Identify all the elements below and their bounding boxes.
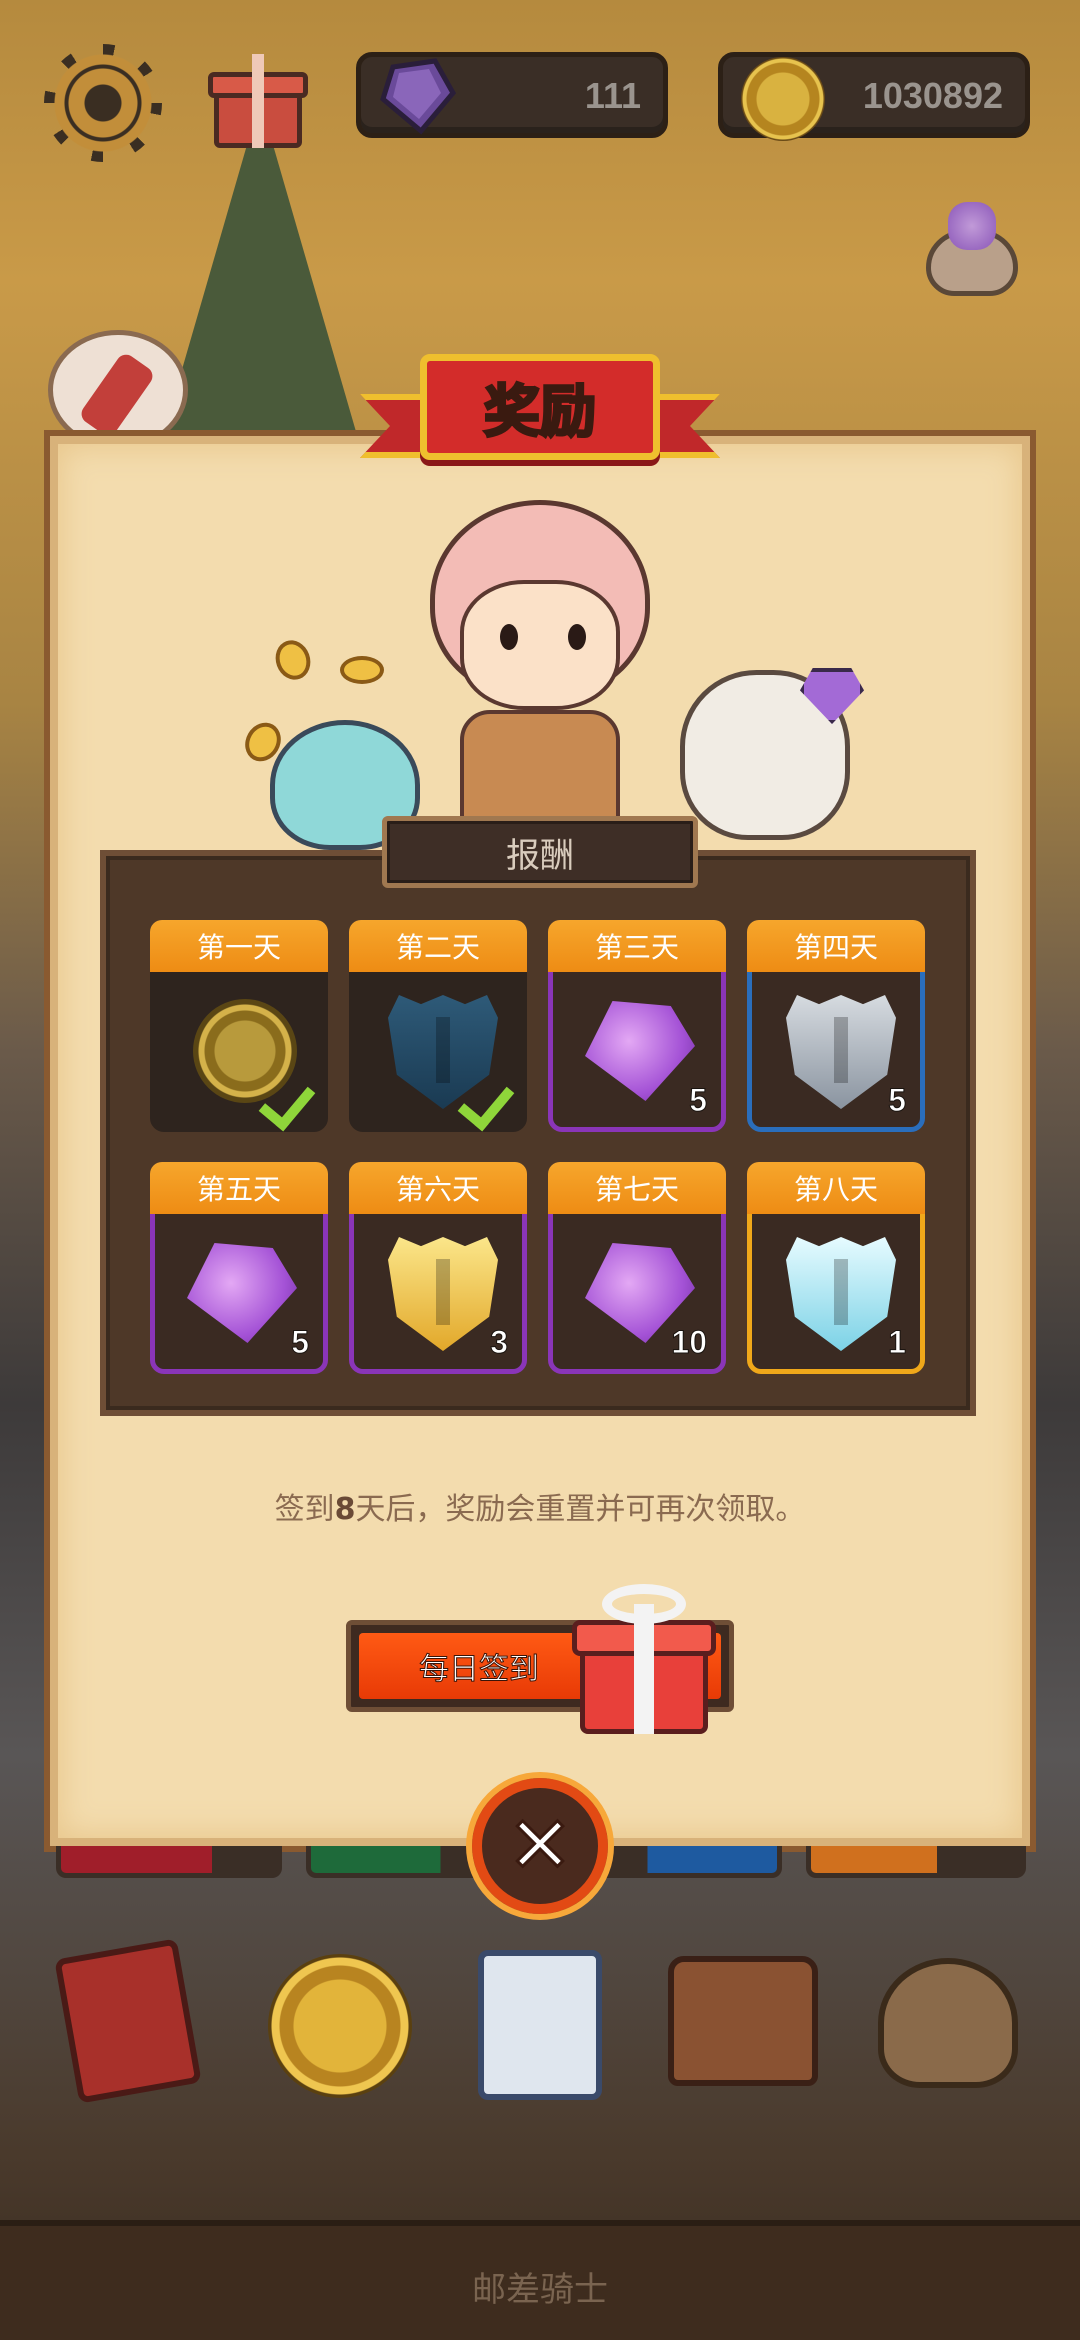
gem-count: 111 [584,75,641,116]
reward-day-6[interactable]: 第六天 3 [349,1162,527,1374]
treasure-sack-icon[interactable] [878,1958,1018,2088]
note-prefix: 签到 [274,1492,335,1527]
reward-day-8[interactable]: 第八天 1 [747,1162,925,1374]
coin-icon [340,656,384,684]
shield-icon [786,995,896,1109]
day-label: 第三天 [548,920,726,972]
day-label: 第一天 [150,920,328,972]
reward-quantity: 10 [671,1324,708,1361]
reward-day-7[interactable]: 第七天 10 [548,1162,726,1374]
coin-count: 1030892 [862,75,1003,116]
gear-icon[interactable] [44,44,162,162]
status-bar [806,1846,1026,1878]
reward-section-title: 报酬 [506,835,574,876]
reward-quantity: 5 [291,1324,310,1361]
shield-icon [786,1237,896,1351]
top-bar: 111 1030892 [0,40,1080,162]
footer-title: 邮差骑士 [472,2270,608,2310]
reward-day-3[interactable]: 第三天 5 [548,920,726,1132]
shield-icon [388,1237,498,1351]
footer: 邮差骑士 [0,2220,1080,2340]
gem-icon [187,1243,297,1343]
reward-day-4[interactable]: 第四天 5 [747,920,925,1132]
gem-icon [585,1001,695,1101]
reward-quantity: 5 [888,1082,907,1119]
satchel-icon[interactable] [668,1956,818,2086]
close-icon: ✕ [506,1801,574,1891]
gem-counter: 111 [356,52,668,138]
gem-bag-icon[interactable] [920,200,1024,296]
note-days: 8 [334,1492,356,1527]
reward-quantity: 3 [490,1324,509,1361]
reward-section-header: 报酬 [382,816,698,888]
status-bar [56,1846,282,1878]
book-icon[interactable] [54,1938,202,2104]
reward-quantity: 1 [888,1324,907,1361]
coin-icon[interactable] [268,1954,412,2098]
close-button[interactable]: ✕ [466,1772,614,1920]
coin-counter: 1030892 [718,52,1030,141]
day-label: 第四天 [747,920,925,972]
dialog-title: 奖励 [483,378,598,446]
title-banner: 奖励 [360,354,720,484]
signin-label: 每日签到 [419,1652,540,1688]
reward-day-2[interactable]: 第二天 [349,920,527,1132]
reset-note: 签到8天后，奖励会重置并可再次领取。 [44,1484,1036,1528]
bottom-dock [0,1938,1080,2110]
cards-icon[interactable] [478,1950,602,2100]
coin-icon [741,57,825,141]
note-suffix: 天后，奖励会重置并可再次领取。 [355,1492,806,1527]
gift-icon [572,1584,716,1734]
day-label: 第五天 [150,1162,328,1214]
hero-character [390,460,690,840]
reward-day-1[interactable]: 第一天 [150,920,328,1132]
day-label: 第八天 [747,1162,925,1214]
check-icon [261,1077,317,1121]
reward-day-5[interactable]: 第五天 5 [150,1162,328,1374]
day-label: 第二天 [349,920,527,972]
day-label: 第六天 [349,1162,527,1214]
gem-icon [380,58,457,135]
gift-icon[interactable] [208,54,308,148]
reward-quantity: 5 [689,1082,708,1119]
check-icon [460,1077,516,1121]
day-label: 第七天 [548,1162,726,1214]
